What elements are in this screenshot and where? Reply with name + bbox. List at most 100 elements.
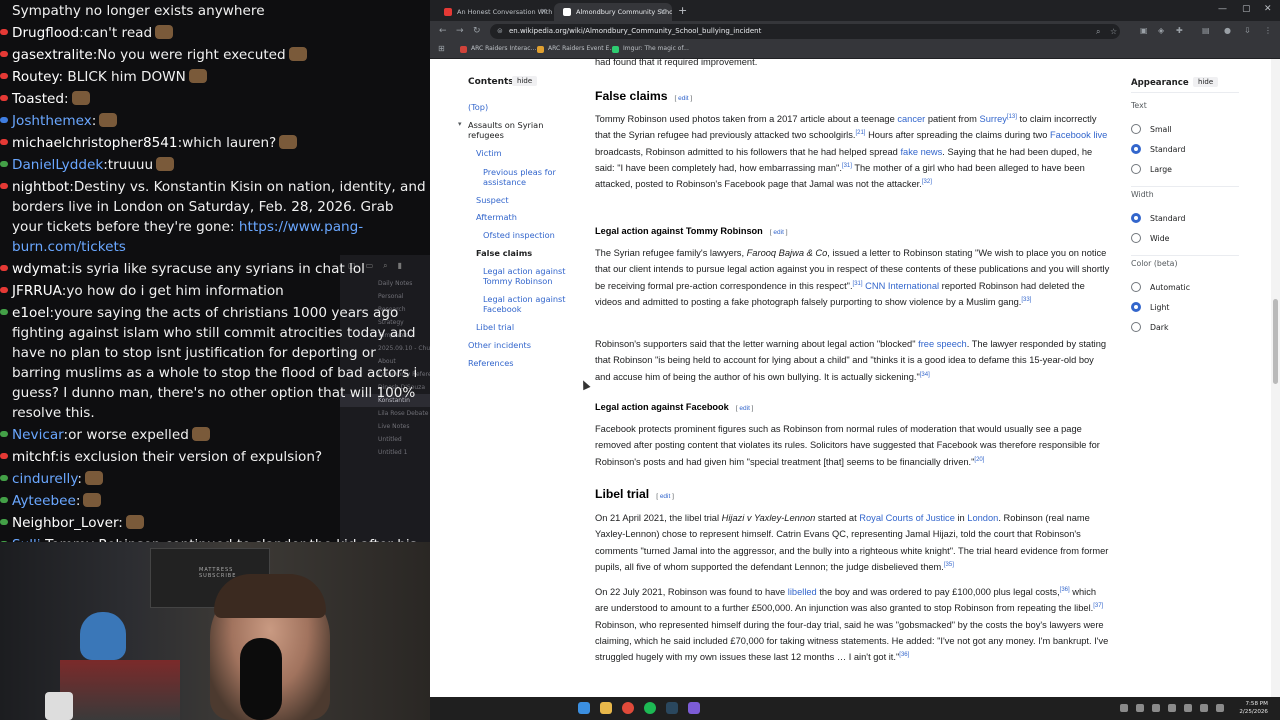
edit-link[interactable]: edit xyxy=(736,405,754,412)
menu-icon[interactable]: ⋮ xyxy=(1264,26,1272,35)
maximize-icon[interactable]: ▢ xyxy=(1242,4,1251,14)
puzzle-icon[interactable]: ✚ xyxy=(1176,26,1183,35)
sidebar-icon[interactable]: ▤ xyxy=(1202,26,1210,35)
extension-icon[interactable]: ◈ xyxy=(1158,26,1164,35)
citation-link[interactable]: [37] xyxy=(1093,603,1103,609)
wiki-link[interactable]: free speech xyxy=(918,339,967,349)
toc-item-aftermath[interactable]: Aftermath xyxy=(476,212,517,222)
spotify-icon[interactable] xyxy=(644,702,656,714)
radio-button-icon[interactable] xyxy=(1131,233,1141,243)
chat-username[interactable]: JFRRUA xyxy=(12,283,62,299)
chat-username[interactable]: DanielLyddek xyxy=(12,157,103,173)
wiki-link[interactable]: libelled xyxy=(788,587,817,597)
toc-item-references[interactable]: References xyxy=(468,358,514,368)
citation-link[interactable]: [32] xyxy=(922,179,932,185)
radio-button-icon[interactable] xyxy=(1131,282,1141,292)
download-icon[interactable]: ⇩ xyxy=(1244,26,1251,35)
clock[interactable]: 7:58 PM 2/25/2026 xyxy=(1239,700,1268,716)
bookmark-imgur[interactable]: Imgur: The magic of... xyxy=(612,45,689,53)
chat-username[interactable]: Drugflood xyxy=(12,25,79,41)
radio-button-icon[interactable] xyxy=(1131,164,1141,174)
radio-button-icon[interactable] xyxy=(1131,124,1141,134)
toc-item-victim[interactable]: Victim xyxy=(476,148,502,158)
profile-icon[interactable]: ● xyxy=(1224,26,1231,35)
bookmark-arc-raiders-event[interactable]: ARC Raiders Event E... xyxy=(537,45,615,53)
appearance-option-dark[interactable]: Dark xyxy=(1131,322,1169,334)
obsidian-icon[interactable] xyxy=(688,702,700,714)
citation-link[interactable]: [36] xyxy=(899,652,909,658)
citation-link[interactable]: [34] xyxy=(920,372,930,378)
citation-link[interactable]: [33] xyxy=(1021,297,1031,303)
citation-link[interactable]: [20] xyxy=(974,457,984,463)
toc-item-libel-trial[interactable]: Libel trial xyxy=(476,322,514,332)
chat-username[interactable]: mitchf xyxy=(12,449,55,465)
tray-app-icon[interactable] xyxy=(1136,704,1144,712)
scroll-thumb[interactable] xyxy=(1273,299,1278,384)
chat-username[interactable]: Toasted xyxy=(12,91,64,107)
toc-item-legal-action-robinson[interactable]: Legal action against Tommy Robinson xyxy=(483,266,571,286)
chat-username[interactable]: Nevicar xyxy=(12,427,64,443)
tray-app-icon[interactable] xyxy=(1168,704,1176,712)
radio-button-icon[interactable] xyxy=(1131,302,1141,312)
citation-link[interactable]: [31] xyxy=(853,281,863,287)
citation-link[interactable]: [31] xyxy=(842,163,852,169)
chat-username[interactable]: Routey xyxy=(12,69,59,85)
edit-link[interactable]: edit xyxy=(675,95,693,102)
apps-icon[interactable]: ⊞ xyxy=(438,44,445,53)
radio-button-icon[interactable] xyxy=(1131,322,1141,332)
tab-youtube[interactable]: An Honest Conversation With ✕ xyxy=(435,3,553,21)
toc-item-assaults[interactable]: Assaults on Syrian refugees xyxy=(468,120,558,140)
appearance-option-wide[interactable]: Wide xyxy=(1131,233,1169,245)
citation-link[interactable]: [21] xyxy=(855,130,865,136)
address-bar[interactable]: ⊜ en.wikipedia.org/wiki/Almondbury_Commu… xyxy=(490,24,1120,39)
toc-item-legal-action-facebook[interactable]: Legal action against Facebook xyxy=(483,294,571,314)
appearance-option-light[interactable]: Light xyxy=(1131,302,1169,314)
toc-item-false-claims[interactable]: False claims xyxy=(476,248,532,258)
appearance-hide-button[interactable]: hide xyxy=(1193,77,1219,87)
toc-item-suspect[interactable]: Suspect xyxy=(476,195,509,205)
tray-app-icon[interactable] xyxy=(1152,704,1160,712)
new-tab-button[interactable]: + xyxy=(678,4,687,17)
tray-chevron-icon[interactable] xyxy=(1120,704,1128,712)
wiki-link[interactable]: Surrey xyxy=(980,114,1007,124)
citation-link[interactable]: [13] xyxy=(1007,114,1017,120)
wiki-link[interactable]: Facebook live xyxy=(1050,130,1107,140)
volume-icon[interactable] xyxy=(1216,704,1224,712)
page-scrollbar[interactable] xyxy=(1271,59,1280,697)
wiki-link[interactable]: London xyxy=(967,513,998,523)
appearance-option-automatic[interactable]: Automatic xyxy=(1131,282,1190,294)
tray-app-icon[interactable] xyxy=(1184,704,1192,712)
wiki-link[interactable]: fake news xyxy=(900,147,942,157)
minimize-icon[interactable]: — xyxy=(1218,4,1227,14)
appearance-option-small[interactable]: Small xyxy=(1131,124,1172,136)
back-icon[interactable]: ← xyxy=(439,26,447,36)
appearance-option-large[interactable]: Large xyxy=(1131,164,1172,176)
radio-button-icon[interactable] xyxy=(1131,213,1141,223)
close-window-icon[interactable]: ✕ xyxy=(1264,4,1272,14)
radio-button-icon[interactable] xyxy=(1131,144,1141,154)
network-icon[interactable] xyxy=(1200,704,1208,712)
steam-icon[interactable] xyxy=(666,702,678,714)
chat-username[interactable]: Neighbor_Lover xyxy=(12,515,118,531)
chrome-icon[interactable] xyxy=(622,702,634,714)
close-icon[interactable]: ✕ xyxy=(659,7,666,16)
toc-item-top[interactable]: (Top) xyxy=(468,102,488,112)
chat-username[interactable]: michaelchristopher8541 xyxy=(12,135,178,151)
chat-username[interactable]: cindurelly xyxy=(12,471,77,487)
citation-link[interactable]: [35] xyxy=(944,562,954,568)
chat-username[interactable]: nightbot xyxy=(12,179,69,195)
toc-hide-button[interactable]: hide xyxy=(512,76,538,86)
extension-icon[interactable]: ▣ xyxy=(1140,26,1148,35)
site-info-icon[interactable]: ⊜ xyxy=(497,27,503,35)
wiki-link[interactable]: cancer xyxy=(897,114,925,124)
chat-username[interactable]: Joshthemex xyxy=(12,113,92,129)
chat-username[interactable]: e1oel xyxy=(12,305,49,321)
reload-icon[interactable]: ↻ xyxy=(473,26,481,36)
forward-icon[interactable]: → xyxy=(456,26,464,36)
toc-item-ofsted[interactable]: Ofsted inspection xyxy=(483,230,555,240)
edit-link[interactable]: edit xyxy=(656,493,674,500)
zoom-icon[interactable]: ⌕ xyxy=(1096,27,1100,37)
tab-wikipedia[interactable]: Almondbury Community School ✕ xyxy=(554,3,672,21)
windows-start-icon[interactable] xyxy=(578,702,590,714)
file-explorer-icon[interactable] xyxy=(600,702,612,714)
